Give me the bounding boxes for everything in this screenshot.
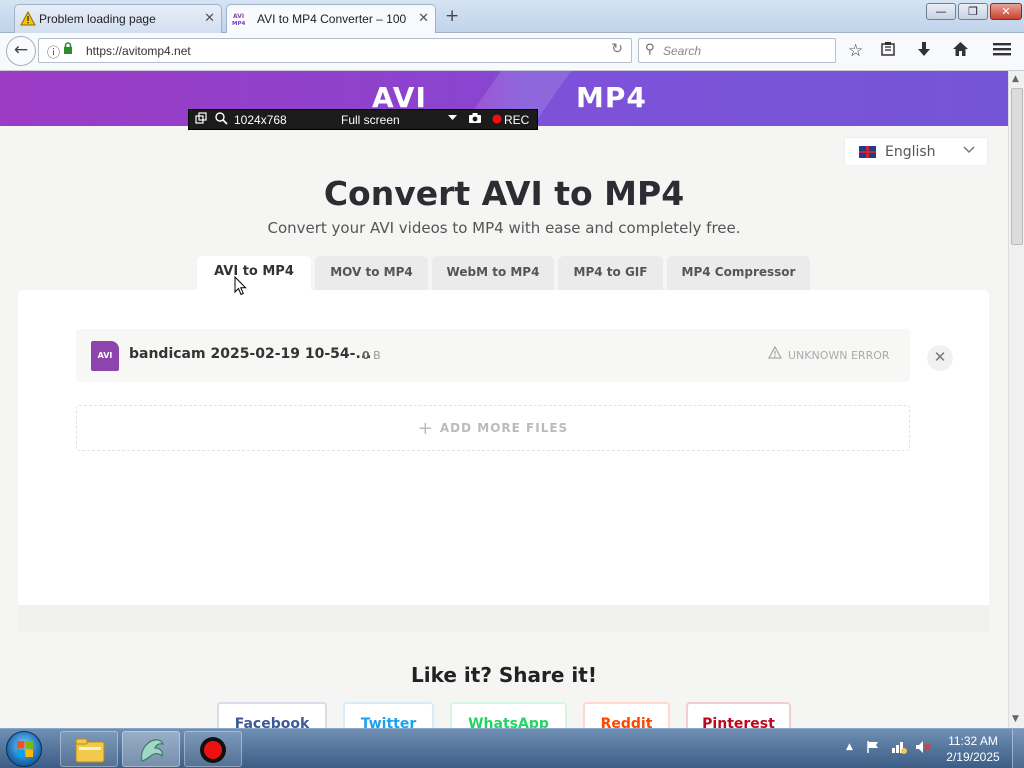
page-viewport: AVI MP4 1024x768 Full screen REC English… <box>0 71 1008 728</box>
home-icon[interactable] <box>952 41 969 62</box>
url-text: https://avitomp4.net <box>86 44 191 58</box>
screen-recorder-toolbar[interactable]: 1024x768 Full screen REC <box>188 109 538 130</box>
svg-text:MP4: MP4 <box>232 21 246 27</box>
tab-webm-to-mp4[interactable]: WebM to MP4 <box>432 256 554 291</box>
page-scrollbar[interactable]: ▲ ▼ <box>1008 71 1024 728</box>
dragon-app-icon <box>140 739 164 762</box>
bookmark-star-icon[interactable]: ☆ <box>848 41 863 61</box>
maximize-button[interactable]: ❐ <box>958 3 988 20</box>
network-icon[interactable] <box>891 740 907 758</box>
lock-icon <box>63 42 73 57</box>
menu-icon[interactable] <box>993 41 1011 62</box>
action-center-flag-icon[interactable] <box>866 740 880 758</box>
avi-file-icon: AVI <box>91 341 119 371</box>
download-icon[interactable] <box>917 41 931 62</box>
navigation-bar: ← ⓘ https://avitomp4.net ↻ ⚲ Search ☆ <box>0 33 1024 71</box>
taskbar-explorer[interactable] <box>60 731 118 767</box>
close-icon: ✕ <box>933 348 947 366</box>
tab-avi-to-mp4[interactable]: AVI to MP4 <box>197 256 311 291</box>
share-twitter-button[interactable]: Twitter <box>343 702 434 728</box>
search-icon: ⚲ <box>645 42 655 57</box>
scroll-down-icon[interactable]: ▼ <box>1012 714 1019 724</box>
show-hidden-icons-icon[interactable]: ▲ <box>846 742 853 752</box>
hero-mp4-label: MP4 <box>576 81 647 114</box>
back-button[interactable]: ← <box>6 36 36 66</box>
language-selector[interactable]: English <box>844 137 988 166</box>
mouse-cursor-icon <box>234 275 248 300</box>
scroll-up-icon[interactable]: ▲ <box>1012 74 1019 84</box>
recorder-resolution: 1024x768 <box>234 113 287 127</box>
reload-icon[interactable]: ↻ <box>611 41 623 57</box>
new-tab-button[interactable]: + <box>445 6 459 26</box>
volume-muted-icon[interactable] <box>915 740 931 758</box>
zoom-icon[interactable] <box>215 112 228 128</box>
back-icon: ← <box>13 40 29 60</box>
remove-file-button[interactable]: ✕ <box>927 345 953 371</box>
record-dot-icon <box>492 113 502 127</box>
url-bar[interactable]: ⓘ https://avitomp4.net ↻ <box>38 38 632 63</box>
tab-mov-to-mp4[interactable]: MOV to MP4 <box>315 256 428 291</box>
file-name: bandicam 2025-02-19 10-54-... <box>129 346 372 362</box>
clock-time[interactable]: 11:32 AM <box>942 734 1004 748</box>
search-bar[interactable]: ⚲ Search <box>638 38 836 63</box>
taskbar-firefox[interactable] <box>122 731 180 767</box>
tab-strip: Problem loading page ✕ AVI MP4 AVI to MP4… <box>0 0 1024 34</box>
camera-icon[interactable] <box>468 112 482 127</box>
avi-mp4-favicon-icon: AVI MP4 <box>232 11 248 30</box>
show-desktop-button[interactable] <box>1012 729 1024 768</box>
scrollbar-thumb[interactable] <box>1011 88 1023 245</box>
taskbar-bandicam[interactable] <box>184 731 242 767</box>
folder-icon <box>75 738 105 763</box>
close-window-button[interactable]: ✕ <box>990 3 1022 20</box>
tab-mp4-compressor[interactable]: MP4 Compressor <box>667 256 810 291</box>
tab-avi-to-mp4[interactable]: AVI MP4 AVI to MP4 Converter – 100 ✕ <box>226 4 436 34</box>
tab-close-icon[interactable]: ✕ <box>418 10 429 26</box>
tab-mp4-to-gif[interactable]: MP4 to GIF <box>558 256 663 291</box>
share-facebook-button[interactable]: Facebook <box>217 702 327 728</box>
clock-date[interactable]: 2/19/2025 <box>942 750 1004 764</box>
recorder-mode[interactable]: Full screen <box>341 113 400 127</box>
file-status: UNKNOWN ERROR <box>788 349 890 362</box>
warning-icon <box>767 345 783 363</box>
plus-icon: + <box>417 418 434 439</box>
tab-title: AVI to MP4 Converter – 100 <box>257 12 407 26</box>
add-more-files-button[interactable]: + ADD MORE FILES <box>76 405 910 451</box>
search-placeholder: Search <box>663 44 702 58</box>
svg-text:AVI: AVI <box>233 13 244 20</box>
file-size-unit: B <box>373 349 381 362</box>
record-icon <box>200 737 226 763</box>
add-more-files-label: ADD MORE FILES <box>439 421 569 435</box>
converter-panel-footer <box>18 605 989 632</box>
minimize-button[interactable]: — <box>926 3 956 20</box>
page-subtitle: Convert your AVI videos to MP4 with ease… <box>267 219 741 237</box>
language-label: English <box>885 144 936 160</box>
info-icon[interactable]: ⓘ <box>47 42 60 61</box>
tab-title: Problem loading page <box>39 12 156 26</box>
file-size-value: 0 <box>362 349 370 362</box>
share-pinterest-button[interactable]: Pinterest <box>686 702 791 728</box>
windows-taskbar: ▲ 11:32 AM 2/19/2025 <box>0 728 1024 768</box>
tab-problem-loading[interactable]: Problem loading page ✕ <box>14 4 222 33</box>
share-whatsapp-button[interactable]: WhatsApp <box>450 702 567 728</box>
record-button[interactable]: REC <box>504 113 529 127</box>
file-list-item: AVI bandicam 2025-02-19 10-54-... 0 B UN… <box>76 329 910 382</box>
share-reddit-button[interactable]: Reddit <box>583 702 670 728</box>
chevron-down-icon <box>963 144 975 157</box>
tab-close-icon[interactable]: ✕ <box>204 10 215 26</box>
dropdown-arrow-icon[interactable] <box>447 112 458 126</box>
warning-icon <box>20 10 36 29</box>
share-title: Like it? Share it! <box>411 663 597 687</box>
windows-logo-icon <box>17 741 33 757</box>
page-title: Convert AVI to MP4 <box>323 174 685 213</box>
file-size: 0 B <box>362 349 381 362</box>
reading-list-icon[interactable] <box>880 41 896 62</box>
start-button[interactable] <box>6 731 42 767</box>
uk-flag-icon <box>859 146 876 158</box>
window-mode-icon[interactable] <box>195 112 207 127</box>
